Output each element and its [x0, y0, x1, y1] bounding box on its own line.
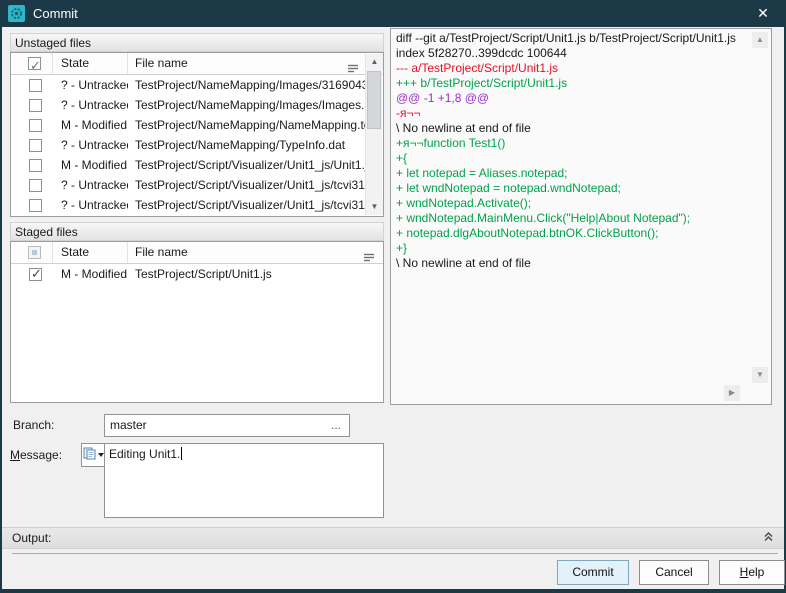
title-bar: Commit ✕ — [0, 0, 786, 27]
diff-viewer[interactable]: diff --git a/TestProject/Script/Unit1.js… — [390, 28, 772, 405]
commit-button[interactable]: Commit — [557, 560, 629, 585]
diff-line: + let wndNotepad = notepad.wndNotepad; — [396, 181, 766, 196]
diff-lines: diff --git a/TestProject/Script/Unit1.js… — [396, 31, 766, 271]
diff-line: + notepad.dlgAboutNotepad.btnOK.ClickBut… — [396, 226, 766, 241]
staged-files-table: State File name M - ModifiedTestProject/… — [10, 241, 384, 403]
table-row[interactable]: ? - UntrackedTestProject/NameMapping/Ima… — [11, 75, 365, 95]
diff-line: +++ b/TestProject/Script/Unit1.js — [396, 76, 766, 91]
help-button[interactable]: Help — [719, 560, 785, 585]
table-row[interactable]: M - ModifiedTestProject/Script/Unit1.js — [11, 264, 383, 284]
column-header-file[interactable]: File name — [128, 242, 383, 263]
file-name: TestProject/NameMapping/TypeInfo.dat — [128, 138, 365, 152]
file-name: TestProject/Script/Visualizer/Unit1_js/t… — [128, 178, 365, 192]
window-title: Commit — [33, 6, 78, 21]
file-state: ? - Untracked — [53, 198, 128, 212]
diff-line: + wndNotepad.MainMenu.Click("Help|About … — [396, 211, 766, 226]
scroll-up-icon[interactable]: ▲ — [366, 54, 383, 70]
unstaged-scrollbar[interactable]: ▲ ▼ — [365, 54, 382, 215]
file-state: M - Modified — [53, 118, 128, 132]
column-header-file[interactable]: File name — [128, 53, 383, 74]
branch-input[interactable]: master ... — [104, 414, 350, 437]
table-row[interactable]: M - ModifiedTestProject/NameMapping/Name… — [11, 115, 365, 135]
message-label: Message: — [10, 448, 88, 462]
diff-line: +я¬¬function Test1() — [396, 136, 766, 151]
select-all-checkbox[interactable] — [28, 246, 41, 259]
row-checkbox[interactable] — [29, 199, 42, 212]
staged-section-label: Staged files — [10, 222, 384, 241]
diff-line: -я¬¬ — [396, 106, 766, 121]
file-state: ? - Untracked — [53, 178, 128, 192]
file-state: M - Modified — [53, 158, 128, 172]
file-name: TestProject/NameMapping/Images/Images.NM… — [128, 98, 365, 112]
diff-line: +} — [396, 241, 766, 256]
output-section-header[interactable]: Output: — [2, 527, 784, 549]
paste-icon — [83, 447, 96, 463]
file-name: TestProject/NameMapping/Images/316904328… — [128, 78, 365, 92]
file-name: TestProject/NameMapping/NameMapping.tcNM — [128, 118, 365, 132]
row-checkbox[interactable] — [29, 139, 42, 152]
file-state: M - Modified — [53, 267, 128, 281]
diff-scroll-right-icon[interactable]: ▶ — [724, 385, 740, 401]
cancel-button[interactable]: Cancel — [639, 560, 709, 585]
collapse-chevron-icon[interactable] — [763, 531, 774, 545]
table-row[interactable]: M - ModifiedTestProject/Script/Visualize… — [11, 155, 365, 175]
diff-line: diff --git a/TestProject/Script/Unit1.js… — [396, 31, 766, 46]
table-row[interactable]: ? - UntrackedTestProject/NameMapping/Ima… — [11, 95, 365, 115]
file-state: ? - Untracked — [53, 138, 128, 152]
message-template-button[interactable] — [81, 443, 105, 467]
staged-table-header: State File name — [11, 242, 383, 264]
branch-label: Branch: — [13, 418, 91, 432]
column-header-state[interactable]: State — [53, 53, 128, 74]
diff-line: index 5f28270..399dcdc 100644 — [396, 46, 766, 61]
row-checkbox[interactable] — [29, 159, 42, 172]
table-row[interactable]: ? - UntrackedTestProject/Script/Visualiz… — [11, 195, 365, 215]
close-icon[interactable]: ✕ — [748, 5, 778, 22]
branch-browse-button[interactable]: ... — [323, 415, 349, 436]
message-value: Editing Unit1. — [109, 447, 180, 461]
diff-line: + let notepad = Aliases.notepad; — [396, 166, 766, 181]
text-caret — [181, 447, 182, 460]
unstaged-files-table: State File name ? - UntrackedTestProject… — [10, 52, 384, 217]
row-checkbox[interactable] — [29, 119, 42, 132]
table-row[interactable]: ? - UntrackedTestProject/Script/Visualiz… — [11, 175, 365, 195]
scrollbar-thumb[interactable] — [367, 71, 381, 129]
file-name: TestProject/Script/Visualizer/Unit1_js/t… — [128, 198, 365, 212]
diff-line: --- a/TestProject/Script/Unit1.js — [396, 61, 766, 76]
message-input[interactable]: Editing Unit1. — [104, 443, 384, 518]
file-name: TestProject/Script/Unit1.js — [128, 267, 383, 281]
output-label: Output: — [12, 531, 51, 545]
row-checkbox[interactable] — [29, 99, 42, 112]
unstaged-section-label: Unstaged files — [10, 33, 384, 52]
file-state: ? - Untracked — [53, 78, 128, 92]
sort-icon[interactable] — [348, 59, 359, 80]
divider — [12, 553, 778, 554]
file-name: TestProject/Script/Visualizer/Unit1_js/U… — [128, 158, 365, 172]
diff-line: \ No newline at end of file — [396, 121, 766, 136]
file-state: ? - Untracked — [53, 98, 128, 112]
app-logo-icon — [8, 5, 25, 22]
scroll-down-icon[interactable]: ▼ — [366, 199, 383, 215]
column-header-state[interactable]: State — [53, 242, 128, 263]
row-checkbox[interactable] — [29, 79, 42, 92]
unstaged-table-body: ? - UntrackedTestProject/NameMapping/Ima… — [11, 75, 365, 215]
unstaged-table-header: State File name — [11, 53, 383, 75]
diff-scroll-down-icon[interactable]: ▼ — [752, 367, 768, 383]
diff-line: @@ -1 +1,8 @@ — [396, 91, 766, 106]
diff-scroll-up-icon[interactable]: ▲ — [752, 32, 768, 48]
table-row[interactable]: ? - UntrackedTestProject/NameMapping/Typ… — [11, 135, 365, 155]
diff-line: +{ — [396, 151, 766, 166]
diff-line: + wndNotepad.Activate(); — [396, 196, 766, 211]
sort-icon[interactable] — [364, 248, 375, 269]
chevron-down-icon — [98, 453, 104, 457]
row-checkbox[interactable] — [29, 179, 42, 192]
branch-value: master — [110, 415, 147, 436]
diff-line: \ No newline at end of file — [396, 256, 766, 271]
staged-table-body: M - ModifiedTestProject/Script/Unit1.js — [11, 264, 383, 284]
select-all-checkbox[interactable] — [28, 57, 41, 70]
row-checkbox[interactable] — [29, 268, 42, 281]
